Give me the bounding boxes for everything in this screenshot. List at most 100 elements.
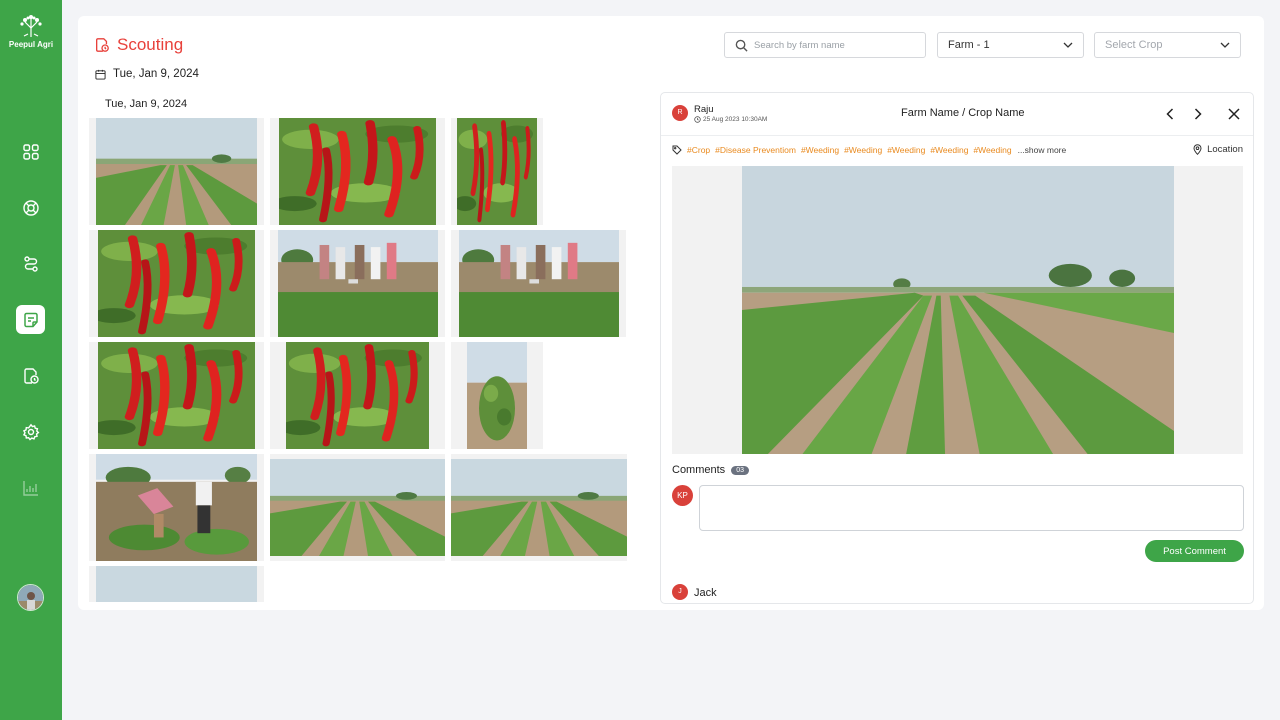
detail-header: R Raju 25 Aug 2023 10:30AM Farm Name / C…: [661, 93, 1253, 136]
sidebar-item-analytics[interactable]: [16, 473, 45, 502]
user-photo: [18, 585, 43, 610]
search-icon: [735, 39, 748, 52]
next-button[interactable]: [1189, 105, 1207, 123]
location-pin-icon: [1193, 144, 1202, 155]
red-chilli-plant-image: [98, 342, 255, 449]
group-in-field-image: [278, 230, 438, 337]
notes-icon: [23, 312, 38, 327]
scouting-icon: [23, 367, 39, 384]
analytics-chart-icon: [22, 480, 38, 496]
show-more-tags-link[interactable]: ...show more: [1018, 145, 1067, 155]
comment-input[interactable]: [699, 485, 1244, 531]
red-chilli-closeup-image: [457, 118, 537, 225]
chevron-down-icon: [1063, 42, 1073, 48]
scouting-title-icon: [96, 38, 109, 52]
route-icon: [23, 255, 38, 272]
crop-select[interactable]: Select Crop: [1094, 32, 1241, 58]
gallery-photo[interactable]: [451, 342, 543, 449]
gallery-photo[interactable]: [270, 454, 445, 561]
chevron-left-icon: [1166, 108, 1174, 120]
comment-author-avatar: J: [672, 584, 688, 600]
location-label: Location: [1207, 144, 1243, 155]
tag-chip[interactable]: #Weeding: [973, 145, 1011, 155]
tag-chip[interactable]: #Disease Preventiom: [715, 145, 796, 155]
author-name: Raju: [694, 104, 714, 115]
sidebar-item-dashboard[interactable]: [16, 137, 45, 166]
post-timestamp: 25 Aug 2023 10:30AM: [694, 116, 767, 123]
chilli-field-photo: [742, 166, 1174, 454]
field-rows-image: [96, 566, 257, 602]
field-rows-image: [451, 459, 627, 556]
selected-photo[interactable]: [672, 166, 1243, 454]
single-plant-image: [467, 342, 527, 449]
post-comment-button[interactable]: Post Comment: [1145, 540, 1244, 562]
farmers-inspecting-image: [96, 454, 257, 561]
crop-select-placeholder: Select Crop: [1105, 39, 1163, 51]
brand-logo[interactable]: Peepul Agri: [0, 14, 62, 49]
field-rows-image: [96, 118, 257, 225]
field-rows-image: [270, 459, 445, 556]
gallery-date-heading: Tue, Jan 9, 2024: [105, 98, 188, 110]
peepul-tree-icon: [20, 15, 42, 37]
gallery-photo[interactable]: [89, 230, 264, 337]
sidebar-item-settings[interactable]: [16, 417, 45, 446]
chevron-down-icon: [1220, 42, 1230, 48]
photo-detail-panel: R Raju 25 Aug 2023 10:30AM Farm Name / C…: [660, 92, 1254, 604]
tag-chip[interactable]: #Weeding: [887, 145, 925, 155]
comment-author-name: Jack: [694, 587, 717, 599]
farm-select[interactable]: Farm - 1: [937, 32, 1084, 58]
page-title: Scouting: [117, 35, 184, 54]
selected-date: Tue, Jan 9, 2024: [113, 68, 199, 80]
gallery-photo[interactable]: [270, 342, 445, 449]
gallery-photo[interactable]: [89, 454, 264, 561]
gallery-photo[interactable]: [451, 118, 543, 225]
comments-heading: Comments 03: [672, 464, 749, 476]
author-avatar: R: [672, 105, 688, 121]
group-in-field-image: [459, 230, 619, 337]
chevron-right-icon: [1194, 108, 1202, 120]
previous-button[interactable]: [1161, 105, 1179, 123]
calendar-icon: [95, 69, 106, 80]
farm-select-value: Farm - 1: [948, 39, 990, 51]
date-filter[interactable]: Tue, Jan 9, 2024: [95, 68, 199, 80]
page-header: Scouting: [94, 35, 183, 55]
close-icon: [1228, 108, 1240, 120]
close-button[interactable]: [1225, 105, 1243, 123]
dashboard-grid-icon: [22, 143, 39, 160]
gallery-photo[interactable]: [451, 230, 626, 337]
tag-chip[interactable]: #Weeding: [801, 145, 839, 155]
red-chilli-closeup-image: [286, 342, 429, 449]
tags-row: #Crop #Disease Preventiom #Weeding #Weed…: [672, 145, 1066, 155]
gallery-photo[interactable]: [270, 230, 445, 337]
gallery-photo[interactable]: [89, 566, 264, 602]
settings-gear-icon: [22, 423, 39, 440]
location-link[interactable]: Location: [1193, 144, 1243, 155]
tag-icon: [672, 145, 682, 155]
tag-chip[interactable]: #Crop: [687, 145, 710, 155]
sidebar-item-support[interactable]: [16, 193, 45, 222]
sidebar-item-notes[interactable]: [16, 305, 45, 334]
timestamp-text: 25 Aug 2023 10:30AM: [703, 116, 768, 123]
user-avatar[interactable]: [17, 584, 44, 611]
gallery-photo[interactable]: [89, 118, 264, 225]
tag-chip[interactable]: #Weeding: [930, 145, 968, 155]
main-content: Scouting Tue, Jan 9, 2024 Farm - 1 Selec…: [78, 16, 1264, 610]
sidebar: Peepul Agri: [0, 0, 62, 720]
gallery-photo[interactable]: [451, 454, 627, 561]
lifebuoy-icon: [22, 199, 39, 216]
gallery-photo[interactable]: [270, 118, 445, 225]
gallery-photo[interactable]: [89, 342, 264, 449]
search-input[interactable]: [754, 39, 904, 51]
red-chilli-plant-image: [279, 118, 436, 225]
clock-icon: [694, 116, 701, 123]
comments-count-badge: 03: [731, 465, 749, 475]
sidebar-item-routes[interactable]: [16, 249, 45, 278]
sidebar-item-scouting[interactable]: [16, 361, 45, 390]
detail-title: Farm Name / Crop Name: [901, 107, 1025, 119]
commenter-avatar: KP: [672, 485, 693, 506]
tag-chip[interactable]: #Weeding: [844, 145, 882, 155]
comments-label: Comments: [672, 464, 726, 476]
search-box[interactable]: [724, 32, 926, 58]
red-chilli-plant-image: [98, 230, 255, 337]
brand-name: Peepul Agri: [8, 40, 54, 49]
